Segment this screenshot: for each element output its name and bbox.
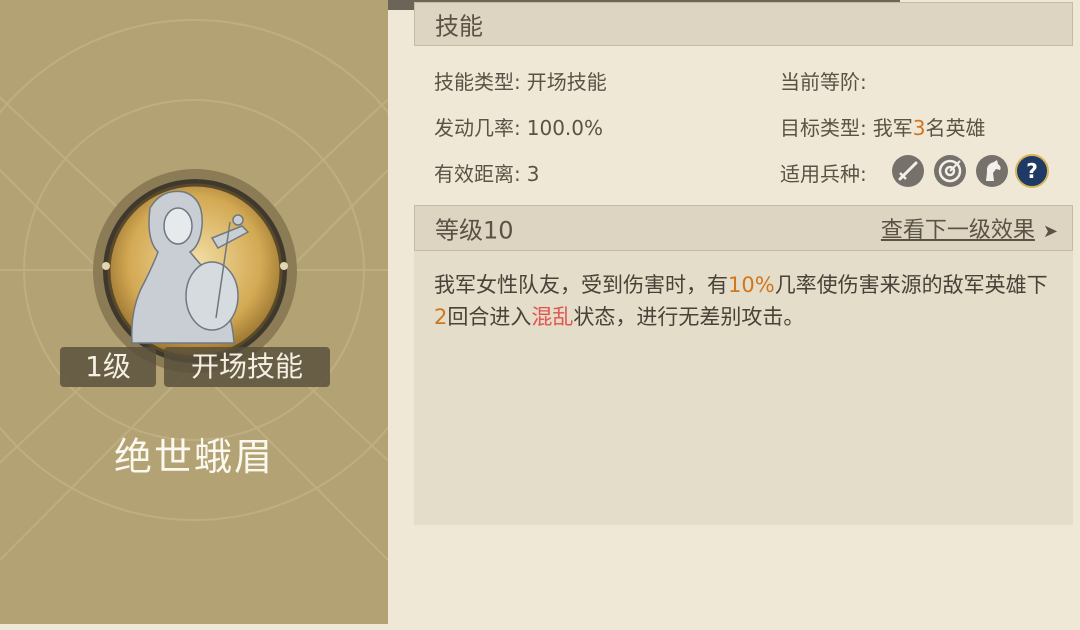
target-type-row: 目标类型: 我军3名英雄 xyxy=(780,112,985,141)
skills-header-label: 技能 xyxy=(435,12,483,41)
rank-row: 当前等阶: xyxy=(780,66,867,95)
level-badge: 1级 xyxy=(60,347,156,387)
trigger-rate-label: 发动几率: xyxy=(434,116,521,140)
desc-rounds: 2 xyxy=(434,305,448,329)
skill-type-badge: 开场技能 xyxy=(164,347,330,387)
rank-label: 当前等阶: xyxy=(780,70,867,94)
desc-chance: 10% xyxy=(728,273,775,297)
range-row: 有效距离: 3 xyxy=(434,158,539,187)
range-value: 3 xyxy=(526,162,540,186)
level-section-header: 等级10 查看下一级效果 ➤ xyxy=(414,205,1073,251)
skill-name: 绝世蛾眉 xyxy=(113,435,274,479)
range-label: 有效距离: xyxy=(434,162,521,186)
target-suffix: 名英雄 xyxy=(925,116,986,140)
arrow-right-icon: ➤ xyxy=(1042,221,1058,242)
skill-description-box: 我军女性队友，受到伤害时，有10%几率使伤害来源的敌军英雄下 2回合进入混乱状态，… xyxy=(414,251,1073,525)
desc-part-4: 状态，进行无差别攻击。 xyxy=(573,305,805,329)
skill-portrait xyxy=(93,169,297,373)
target-icon[interactable] xyxy=(933,154,967,188)
target-prefix: 我军 xyxy=(872,116,913,140)
sword-icon[interactable] xyxy=(891,154,925,188)
next-level-link[interactable]: 查看下一级效果 ➤ xyxy=(881,212,1058,244)
troop-types-row: 适用兵种: xyxy=(780,158,867,187)
troop-types-label: 适用兵种: xyxy=(780,162,867,186)
desc-status: 混乱 xyxy=(531,305,574,329)
next-level-link-text[interactable]: 查看下一级效果 xyxy=(881,218,1035,243)
desc-part-2: 几率使伤害来源的敌军英雄下 xyxy=(774,273,1048,297)
skill-description: 我军女性队友，受到伤害时，有10%几率使伤害来源的敌军英雄下 2回合进入混乱状态，… xyxy=(434,269,1054,333)
skills-section-header: 技能 xyxy=(414,2,1073,46)
desc-part-3: 回合进入 xyxy=(447,305,532,329)
trigger-rate-value: 100.0% xyxy=(526,116,604,140)
svg-text:?: ? xyxy=(1026,159,1038,183)
skill-type-value: 开场技能 xyxy=(526,70,607,94)
trigger-rate-row: 发动几率: 100.0% xyxy=(434,112,603,141)
horse-icon[interactable] xyxy=(975,154,1009,188)
level-header-label: 等级10 xyxy=(435,216,514,245)
target-count: 3 xyxy=(912,116,926,140)
skill-type-label: 技能类型: xyxy=(434,70,521,94)
skill-card-panel: 1级 开场技能 绝世蛾眉 xyxy=(0,0,388,624)
target-type-label: 目标类型: xyxy=(780,116,867,140)
skill-type-row: 技能类型: 开场技能 xyxy=(434,66,607,95)
desc-part-1: 我军女性队友，受到伤害时，有 xyxy=(434,273,728,297)
question-icon[interactable]: ? xyxy=(1015,154,1049,188)
